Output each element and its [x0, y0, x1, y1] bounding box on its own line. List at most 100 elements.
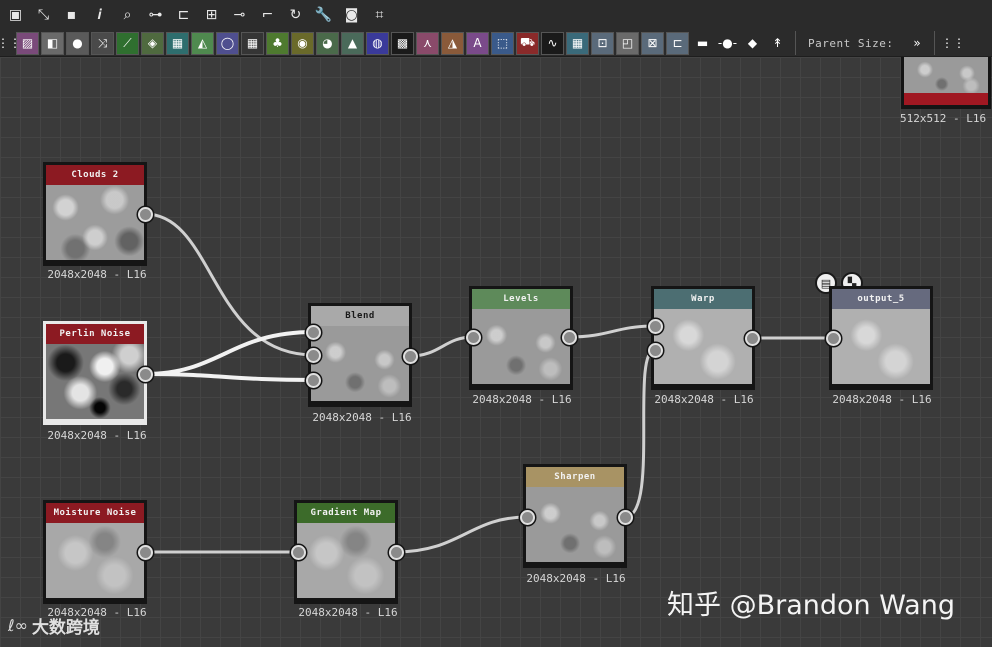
ramp-icon[interactable]: ▲ — [341, 31, 364, 55]
node-blend[interactable]: Blend — [308, 303, 412, 407]
input-port[interactable] — [648, 343, 663, 358]
refresh-icon[interactable]: ↻ — [284, 4, 307, 26]
input-port[interactable] — [306, 373, 321, 388]
node-thumbnail — [311, 326, 409, 401]
node-sharpen[interactable]: Sharpen — [523, 464, 627, 568]
output-port[interactable] — [138, 545, 153, 560]
kettle-icon[interactable]: ♣ — [266, 31, 289, 55]
triangle-icon[interactable]: ◮ — [441, 31, 464, 55]
hue-icon[interactable]: ◍ — [366, 31, 389, 55]
expand-icon[interactable]: » — [905, 32, 928, 55]
input-port[interactable] — [648, 319, 663, 334]
align-icon[interactable]: ⊏ — [172, 4, 195, 26]
image-icon[interactable]: ▨ — [16, 31, 39, 55]
node-output[interactable]: output_5 — [829, 286, 933, 390]
node-gradient-map[interactable]: Gradient Map — [294, 500, 398, 604]
output-icon[interactable]: ⊏ — [666, 31, 689, 55]
node-resolution: 2048x2048 - L16 — [298, 606, 398, 619]
input-port[interactable] — [520, 510, 535, 525]
node-clouds-2[interactable]: Clouds 2 — [43, 162, 147, 266]
output-port[interactable] — [389, 545, 404, 560]
fit-view-icon[interactable]: ⤡ — [32, 4, 55, 26]
node-title: Levels — [472, 289, 570, 309]
preview-icon[interactable]: ◙ — [340, 4, 363, 26]
node-perlin-noise[interactable]: Perlin Noise — [43, 321, 147, 425]
grip-icon[interactable]: ⋮⋮ — [0, 32, 21, 55]
connect-icon[interactable]: ⌐ — [256, 4, 279, 26]
toolbar-row-nodes: ⋮⋮ ▨ ◧ ● ⤨ ⟋ ◈ ▦ ◭ ◯ ▦ ♣ ◉ ◕ ▲ ◍ ▩ ⋏ ◮ A ⬚ ⛟ ∿ ▦ ⊡ ◰ ⊠ ⊏ ▬ -●- ◆ ↟ Paren… — [0, 31, 965, 55]
input-port[interactable] — [306, 325, 321, 340]
output-port[interactable] — [138, 207, 153, 222]
output-port[interactable] — [618, 510, 633, 525]
node-moisture-noise[interactable]: Moisture Noise — [43, 500, 147, 604]
group-icon[interactable]: ◆ — [741, 32, 764, 55]
node-thumbnail — [526, 487, 624, 562]
tile-icon[interactable]: ◰ — [616, 31, 639, 55]
warp-icon[interactable]: ▦ — [166, 31, 189, 55]
node-thumbnail — [832, 309, 930, 384]
blend-icon[interactable]: ◧ — [41, 31, 64, 55]
search-icon[interactable]: ⌕ — [116, 4, 139, 26]
texture-icon[interactable]: ▦ — [566, 31, 589, 55]
frame-icon[interactable]: ▣ — [4, 4, 27, 26]
output-port[interactable] — [403, 349, 418, 364]
wave-icon[interactable]: ∿ — [541, 31, 564, 55]
node-levels[interactable]: Levels — [469, 286, 573, 390]
pin-icon[interactable]: ↟ — [766, 32, 789, 55]
circle-icon[interactable]: ◯ — [216, 31, 239, 55]
curve-icon[interactable]: ⟋ — [116, 31, 139, 55]
parent-size-label: Parent Size: — [808, 36, 894, 50]
slider-icon[interactable]: -●- — [716, 32, 739, 55]
node-title: Sharpen — [526, 467, 624, 487]
node-thumbnail — [297, 523, 395, 598]
output-port[interactable] — [745, 331, 760, 346]
select-icon[interactable]: ⬚ — [491, 31, 514, 55]
sphere-icon[interactable]: ◕ — [316, 31, 339, 55]
crop-icon[interactable]: ⌗ — [368, 4, 391, 26]
node-thumbnail — [46, 185, 144, 260]
input-port[interactable] — [306, 348, 321, 363]
gradient-icon[interactable]: ◭ — [191, 31, 214, 55]
node-title: Clouds 2 — [46, 165, 144, 185]
node-thumbnail — [46, 344, 144, 419]
camera-icon[interactable]: ▪ — [60, 4, 83, 26]
input-port[interactable] — [466, 330, 481, 345]
text-icon[interactable]: A — [466, 31, 489, 55]
fill-icon[interactable]: ⛟ — [516, 31, 539, 55]
node-resolution: 2048x2048 - L16 — [526, 572, 626, 585]
input-port[interactable] — [826, 331, 841, 346]
link-icon[interactable]: ⊶ — [144, 4, 167, 26]
node-resolution: 2048x2048 - L16 — [472, 393, 572, 406]
logo-text: 大数跨境 — [31, 618, 100, 638]
wrench-icon[interactable]: 🔧 — [312, 4, 335, 26]
output-port[interactable] — [562, 330, 577, 345]
node-title: Moisture Noise — [46, 503, 144, 523]
dots-icon[interactable]: ◉ — [291, 31, 314, 55]
info-icon[interactable]: 𝒊 — [88, 4, 111, 26]
node-resolution: 2048x2048 - L16 — [312, 411, 412, 424]
node-thumbnail — [654, 309, 752, 384]
node-thumbnail — [46, 523, 144, 598]
reroute-icon[interactable]: ⊸ — [228, 4, 251, 26]
node-resolution: 512x512 - L16 — [900, 112, 987, 125]
output-port[interactable] — [138, 367, 153, 382]
node-partial-output[interactable] — [901, 57, 991, 109]
layout-icon[interactable]: ⊞ — [200, 4, 223, 26]
drop-icon[interactable]: ● — [66, 31, 89, 55]
levels-icon[interactable]: ◈ — [141, 31, 164, 55]
node-warp[interactable]: Warp — [651, 286, 755, 390]
comment-icon[interactable]: ▬ — [691, 32, 714, 55]
node-title: Gradient Map — [297, 503, 395, 523]
input-port[interactable] — [291, 545, 306, 560]
grid-icon[interactable]: ▦ — [241, 31, 264, 55]
dock-icon[interactable]: ⋮⋮ — [941, 32, 965, 55]
node-toolbar: ▣ ⤡ ▪ 𝒊 ⌕ ⊶ ⊏ ⊞ ⊸ ⌐ ↻ 🔧 ◙ ⌗ ⋮⋮ ▨ ◧ ● ⤨ ⟋ ◈ ▦ ◭ ◯ ▦ ♣ ◉ ◕ ▲ ◍ ▩ ⋏ ◮ A ⬚ ⛟ ∿ ▦… — [0, 0, 992, 57]
node-resolution: 2048x2048 - L16 — [47, 429, 147, 442]
dither-icon[interactable]: ▩ — [391, 31, 414, 55]
node-title: Blend — [311, 306, 409, 326]
shuffle-icon[interactable]: ⤨ — [91, 31, 114, 55]
export-icon[interactable]: ⊠ — [641, 31, 664, 55]
curve-edit-icon[interactable]: ⋏ — [416, 31, 439, 55]
transform-icon[interactable]: ⊡ — [591, 31, 614, 55]
node-title: Perlin Noise — [46, 324, 144, 344]
